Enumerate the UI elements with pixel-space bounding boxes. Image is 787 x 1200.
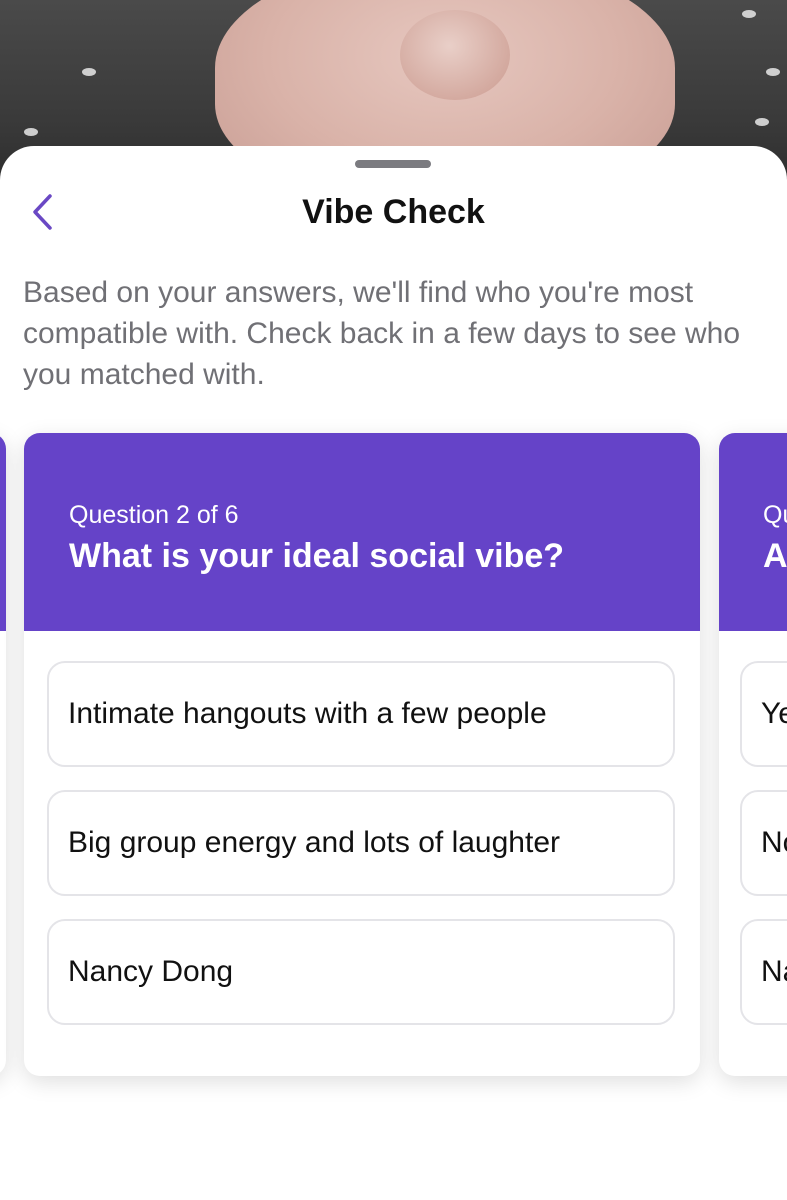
answer-option[interactable]: Ye: [740, 661, 787, 767]
background-light: [82, 68, 96, 76]
card-header: Question 2 of 6 What is your ideal socia…: [24, 433, 700, 631]
question-card: Question 2 of 6 What is your ideal socia…: [24, 433, 700, 1076]
question-counter: Qu: [763, 501, 787, 529]
background-light: [742, 10, 756, 18]
answer-option[interactable]: Big group energy and lots of laughter: [47, 790, 675, 896]
question-counter: Question 2 of 6: [69, 501, 239, 529]
background-light: [755, 118, 769, 126]
sheet-grabber[interactable]: [355, 160, 431, 168]
description-text: Based on your answers, we'll find who yo…: [23, 276, 741, 391]
previous-question-card[interactable]: [0, 433, 6, 1076]
answer-option[interactable]: Nancy Dong: [47, 919, 675, 1025]
question-text: What is your ideal social vibe?: [69, 537, 565, 575]
nose-image: [400, 10, 510, 100]
bottom-sheet: Vibe Check Based on your answers, we'll …: [0, 146, 787, 1200]
screen: Vibe Check Based on your answers, we'll …: [0, 0, 787, 1200]
answer-option[interactable]: Na: [740, 919, 787, 1025]
background-light: [766, 68, 780, 76]
card-header: Qu A: [719, 433, 787, 631]
answer-option[interactable]: Intimate hangouts with a few people: [47, 661, 675, 767]
page-title: Vibe Check: [302, 193, 485, 231]
card-header: [0, 433, 6, 631]
question-text: A: [763, 537, 787, 575]
answer-option[interactable]: No: [740, 790, 787, 896]
background-light: [24, 128, 38, 136]
next-question-card[interactable]: Qu A Ye No Na: [719, 433, 787, 1076]
